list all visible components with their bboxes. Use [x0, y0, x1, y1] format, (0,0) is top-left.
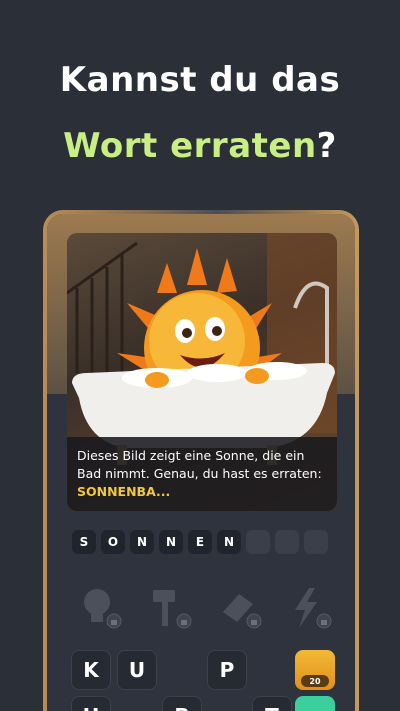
letter-slot[interactable]: S [72, 530, 96, 554]
letter-slot-empty[interactable] [304, 530, 328, 554]
headline-suffix: ? [316, 126, 337, 166]
key-letter[interactable]: U [117, 650, 157, 690]
headline-line1: Kannst du das [59, 60, 341, 100]
headline-accent: Wort erraten [63, 126, 317, 166]
caption-text: Dieses Bild zeigt eine Sonne, die ein Ba… [77, 448, 322, 481]
letter-slot[interactable]: N [217, 530, 241, 554]
device-frame: Dieses Bild zeigt eine Sonne, die ein Ba… [43, 210, 359, 711]
lightning-icon [295, 588, 332, 629]
key-letter[interactable]: K [71, 650, 111, 690]
letter-slot[interactable]: N [159, 530, 183, 554]
key-letter[interactable]: B [162, 696, 202, 711]
coin-count-badge: 20 [301, 675, 329, 687]
eraser-icon [223, 594, 262, 629]
key-letter[interactable]: H [71, 696, 111, 711]
letter-slot-empty[interactable] [246, 530, 270, 554]
coin-shop-button[interactable]: 20 [295, 650, 335, 690]
image-caption: Dieses Bild zeigt eine Sonne, die ein Ba… [67, 437, 337, 511]
letter-slot[interactable]: E [188, 530, 212, 554]
hammer-hint-button[interactable] [147, 584, 197, 634]
hammer-icon [153, 590, 192, 629]
eraser-hint-button[interactable] [217, 584, 267, 634]
lightbulb-hint-button[interactable] [77, 584, 127, 634]
letter-slot[interactable]: N [130, 530, 154, 554]
key-letter[interactable]: P [207, 650, 247, 690]
hint-tools [77, 584, 337, 634]
headline-line2: Wort erraten? [0, 126, 400, 166]
game-screen: Dieses Bild zeigt eine Sonne, die ein Ba… [47, 214, 355, 711]
puzzle-image: Dieses Bild zeigt eine Sonne, die ein Ba… [67, 233, 337, 511]
caption-answer: SONNENBA... [77, 484, 171, 499]
letter-slot[interactable]: O [101, 530, 125, 554]
key-letter[interactable]: T [252, 696, 292, 711]
pie-chart-button[interactable] [295, 696, 335, 711]
lightning-hint-button[interactable] [287, 584, 337, 634]
lightbulb-icon [84, 589, 122, 629]
answer-letter-slots: S O N N E N [72, 530, 328, 554]
letter-slot-empty[interactable] [275, 530, 299, 554]
